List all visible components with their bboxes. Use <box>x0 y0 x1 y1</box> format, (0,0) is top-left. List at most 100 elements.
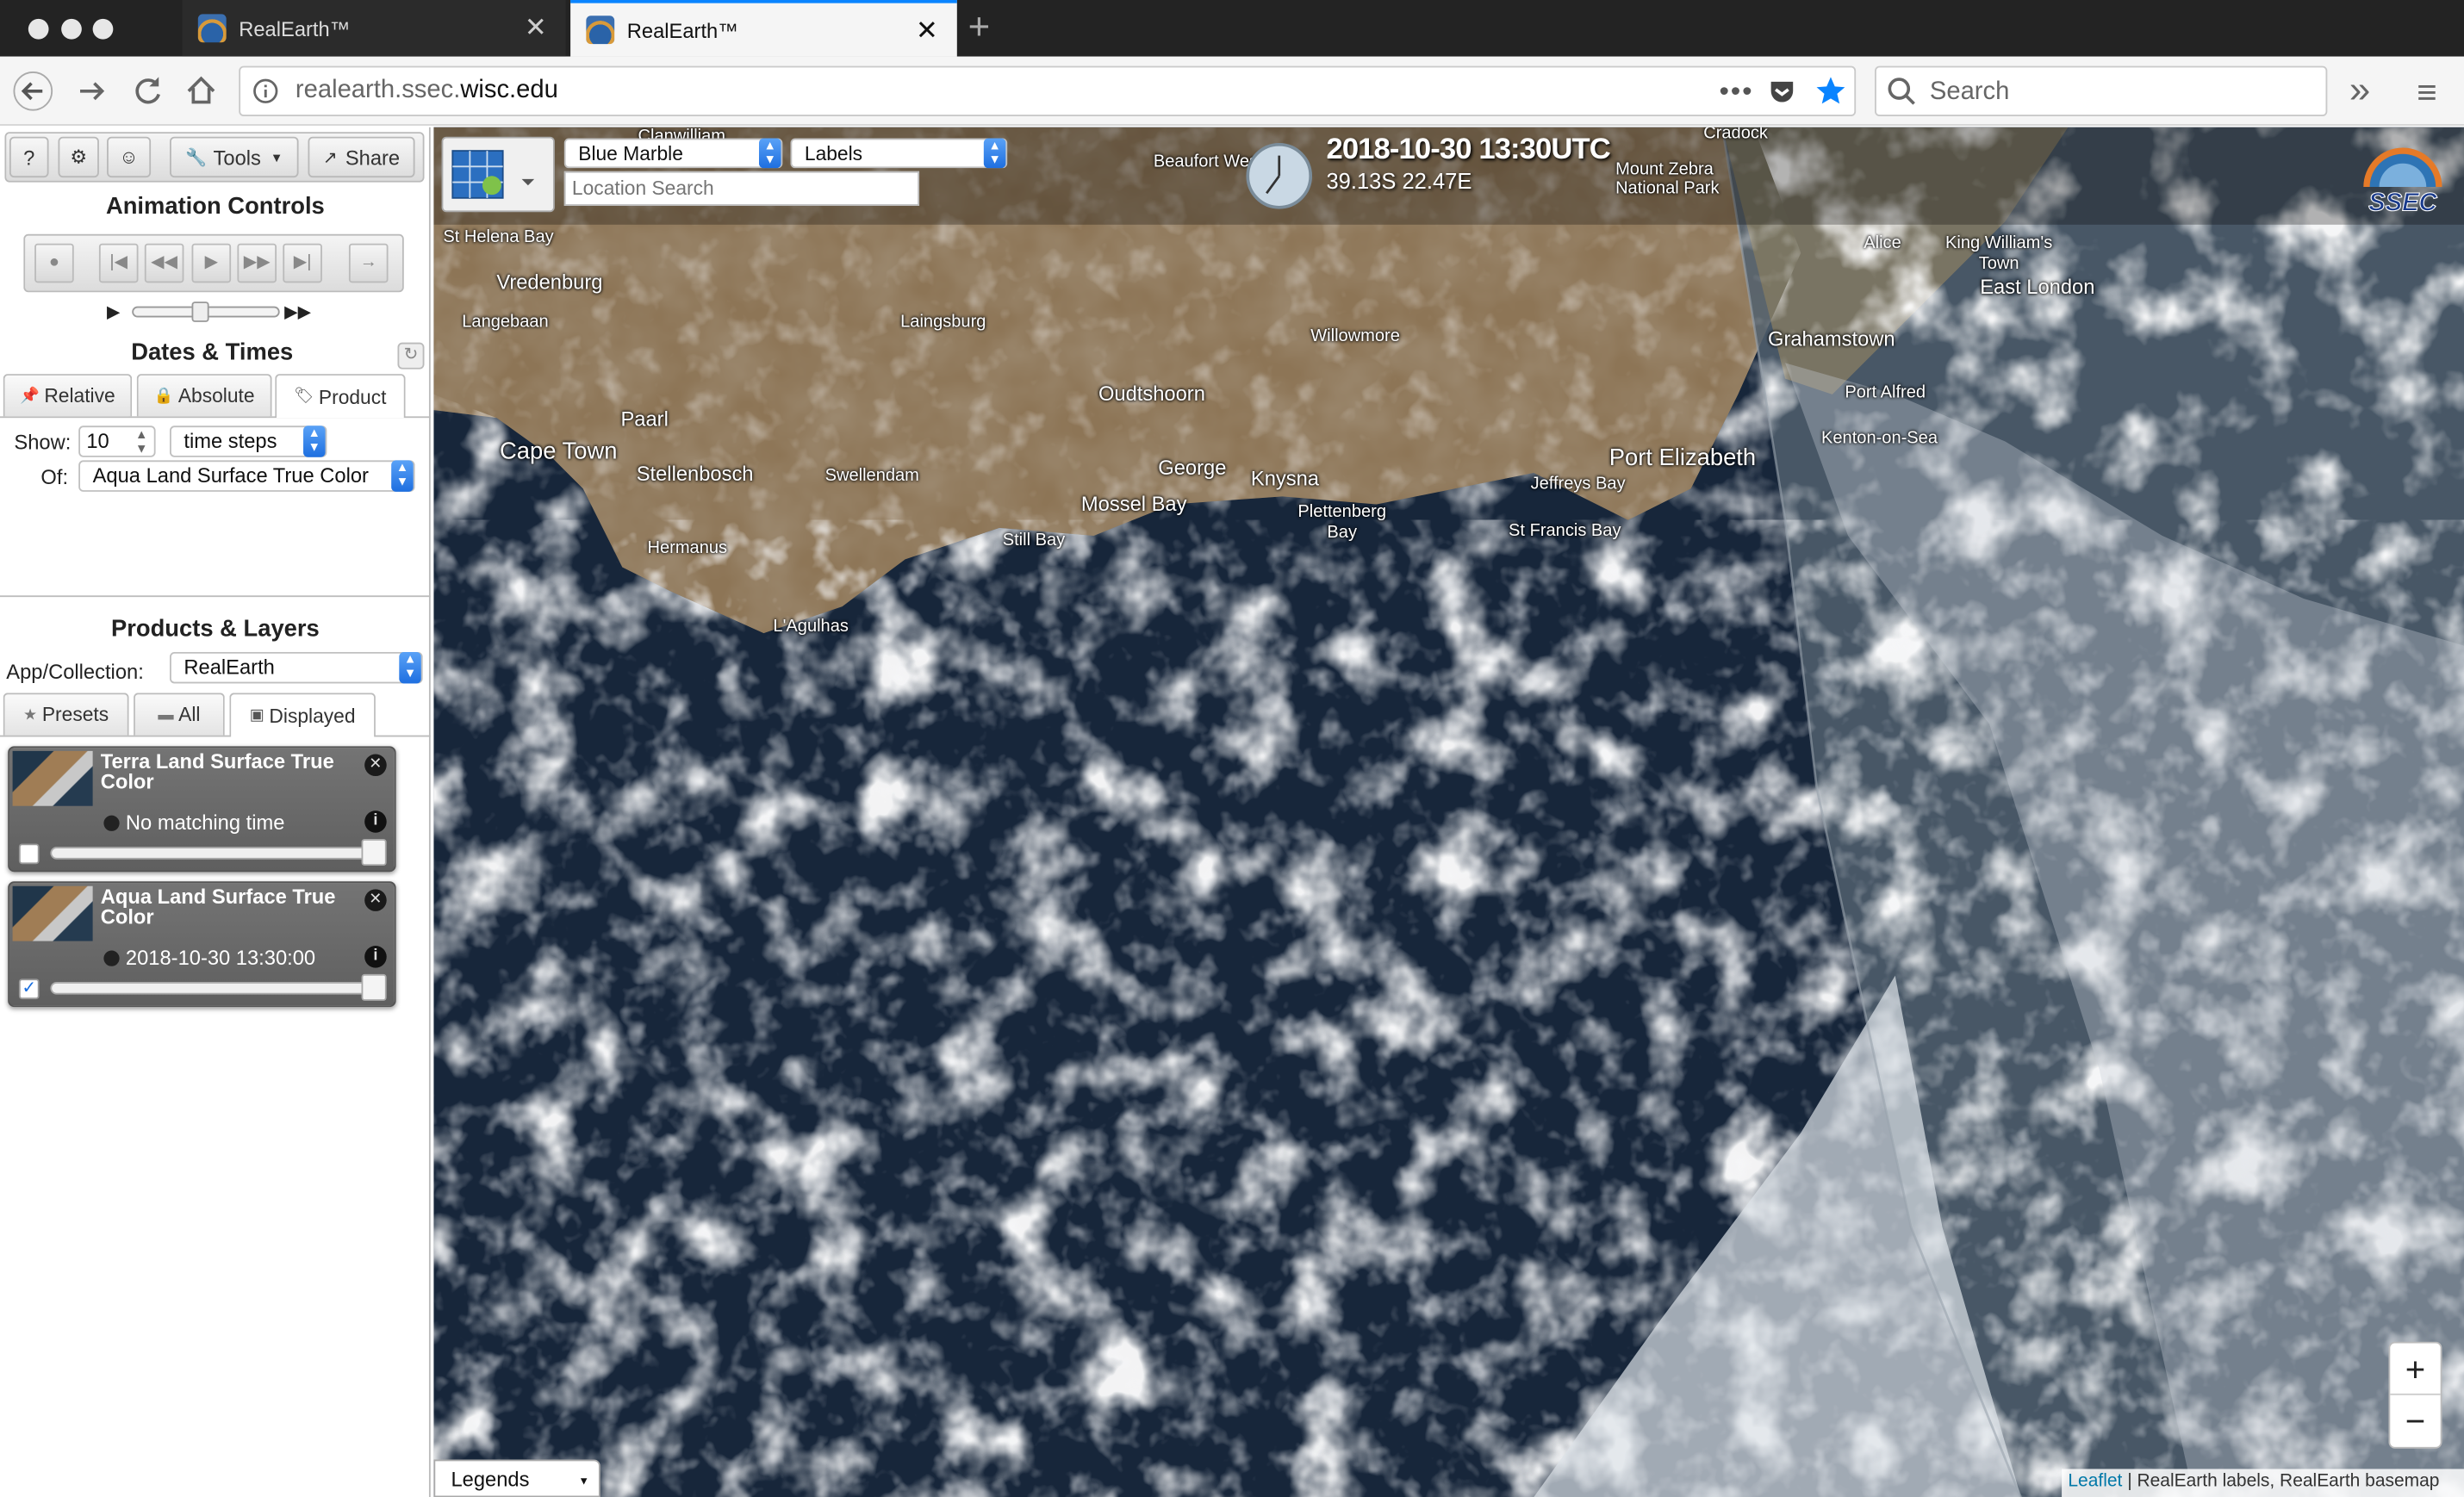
hamburger-menu-icon[interactable]: ≡ <box>2417 72 2436 113</box>
place-label: Oudtshoorn <box>1098 382 1205 406</box>
layer-card[interactable]: Terra Land Surface True Color ✕ No match… <box>8 746 396 873</box>
place-label: Mount Zebra National Park <box>1615 160 1720 198</box>
close-window-button[interactable] <box>28 18 49 40</box>
tab-absolute[interactable]: 🔒 Absolute <box>136 374 272 417</box>
browser-tab-bar: RealEarth™ ✕ RealEarth™ ✕ + <box>0 0 2464 57</box>
clock-button[interactable]: ● <box>34 243 74 283</box>
layer-card[interactable]: Aqua Land Surface True Color ✕ 2018-10-3… <box>8 881 396 1008</box>
close-tab-icon[interactable]: ✕ <box>525 14 547 40</box>
home-button[interactable] <box>181 71 221 111</box>
tab-label: All <box>178 704 201 726</box>
speed-slider-knob[interactable] <box>191 301 209 322</box>
settings-gear-icon[interactable]: ⚙ <box>58 136 99 178</box>
maximize-window-button[interactable] <box>92 18 114 40</box>
collection-select[interactable]: RealEarth ▲ ▼ <box>169 651 423 684</box>
remove-layer-icon[interactable]: ✕ <box>364 754 387 777</box>
tag-icon: 🏷 <box>294 388 314 406</box>
place-label: Port Alfred <box>1845 383 1926 402</box>
url-text[interactable]: realearth.ssec.wisc.edu <box>296 77 558 105</box>
image-icon: ▣ <box>249 706 264 724</box>
place-label: Plettenberg Bay <box>1297 502 1386 543</box>
tab-displayed[interactable]: ▣ Displayed <box>229 693 376 737</box>
layer-status: No matching time <box>125 811 285 835</box>
place-label: Grahamstown <box>1768 326 1895 351</box>
step-back-button[interactable]: ◀◀ <box>144 243 184 283</box>
back-button[interactable] <box>13 71 53 111</box>
basemap-select[interactable]: Blue Marble ▲ ▼ <box>563 138 783 169</box>
place-label: King William's Town <box>1944 233 2053 274</box>
play-button[interactable]: ▶ <box>191 243 232 283</box>
map-attribution: Leaflet | RealEarth labels, RealEarth ba… <box>2062 1469 2464 1497</box>
layer-opacity-slider[interactable] <box>50 982 384 995</box>
time-unit-value: time steps <box>184 428 277 453</box>
zoom-in-button[interactable]: + <box>2390 1344 2441 1395</box>
product-select-value: Aqua Land Surface True Color <box>92 463 369 488</box>
tab-relative[interactable]: 📌 Relative <box>3 374 133 417</box>
dates-times-title: Dates & Times <box>131 339 294 366</box>
location-search-input[interactable] <box>563 171 920 206</box>
page-actions-icon[interactable]: ••• <box>1719 76 1753 109</box>
minimize-window-button[interactable] <box>61 18 82 40</box>
folder-icon: ▬ <box>158 705 174 724</box>
tab-presets[interactable]: ★ Presets <box>3 693 129 736</box>
pocket-icon[interactable] <box>1768 77 1796 113</box>
reload-button[interactable] <box>128 71 168 111</box>
refresh-times-icon[interactable]: ↻ <box>397 342 425 370</box>
show-count-stepper[interactable]: 10 ▲ ▼ <box>78 425 156 457</box>
ssec-logo[interactable]: SSEC <box>2351 140 2455 217</box>
user-icon[interactable]: ☺ <box>107 136 152 178</box>
back-arrow-icon <box>13 71 53 111</box>
place-label: Langebaan <box>462 312 549 332</box>
stepper-arrows-icon[interactable]: ▲ ▼ <box>135 427 147 456</box>
close-tab-icon[interactable]: ✕ <box>916 17 938 44</box>
step-forward-button[interactable]: ▶▶ <box>237 243 277 283</box>
browser-tab[interactable]: RealEarth™ ✕ <box>182 0 566 57</box>
place-label: Cape Town <box>500 438 618 465</box>
remove-layer-icon[interactable]: ✕ <box>364 889 387 911</box>
browser-tab-active[interactable]: RealEarth™ ✕ <box>570 0 957 57</box>
help-button[interactable]: ? <box>9 136 49 178</box>
select-arrows-icon: ▲ ▼ <box>399 651 421 684</box>
info-icon[interactable]: i <box>364 946 387 968</box>
info-icon[interactable]: i <box>364 811 387 833</box>
labels-select[interactable]: Labels ▲ ▼ <box>790 138 1008 169</box>
tab-title: RealEarth™ <box>626 17 738 42</box>
place-label: Paarl <box>620 407 669 431</box>
overflow-menu-button[interactable]: » <box>2349 69 2370 113</box>
leaflet-link[interactable]: Leaflet <box>2068 1472 2122 1491</box>
forward-button[interactable] <box>72 71 113 111</box>
forward-arrow-icon <box>80 82 105 101</box>
first-frame-button[interactable]: |◀ <box>98 243 139 283</box>
product-select[interactable]: Aqua Land Surface True Color ▲ ▼ <box>78 460 415 492</box>
share-button[interactable]: ↗ Share <box>308 136 415 178</box>
map-view[interactable]: Clanwilliam Beaufort West Cradock Mount … <box>433 127 2464 1497</box>
layer-thumbnail <box>12 885 93 941</box>
layout-grid-button[interactable] <box>441 136 555 213</box>
opacity-slider-knob[interactable] <box>361 839 387 867</box>
place-label: Kenton-on-Sea <box>1821 428 1938 448</box>
place-label: Vredenburg <box>496 270 603 295</box>
tab-product[interactable]: 🏷 Product <box>275 374 406 419</box>
zoom-out-button[interactable]: − <box>2390 1395 2440 1447</box>
place-label: Willowmore <box>1310 326 1400 346</box>
wrench-icon: 🔧 <box>185 148 208 168</box>
tools-button[interactable]: 🔧 Tools ▼ <box>169 136 299 178</box>
layer-visible-checkbox[interactable] <box>18 843 40 865</box>
map-datetime: 2018-10-30 13:30UTC <box>1326 134 1610 167</box>
time-unit-select[interactable]: time steps ▲ ▼ <box>169 425 327 457</box>
last-frame-button[interactable]: ▶| <box>283 243 322 283</box>
cursor-coordinates: 39.13S 22.47E <box>1326 168 1472 194</box>
show-count-value: 10 <box>86 428 109 453</box>
layer-visible-checkbox[interactable]: ✓ <box>18 978 40 1000</box>
site-info-icon[interactable] <box>253 78 278 111</box>
goto-latest-button[interactable]: → <box>348 243 389 283</box>
bookmark-star-icon[interactable] <box>1815 76 1846 115</box>
tab-label: Absolute <box>177 384 255 407</box>
new-tab-button[interactable]: + <box>968 6 991 50</box>
layer-opacity-slider[interactable] <box>50 847 384 860</box>
legends-toggle[interactable]: Legends ▼ <box>433 1459 600 1497</box>
url-host: realearth.ssec. <box>295 77 461 104</box>
select-arrows-icon: ▲ ▼ <box>758 138 781 169</box>
opacity-slider-knob[interactable] <box>361 973 387 1001</box>
tab-all[interactable]: ▬ All <box>134 693 225 736</box>
